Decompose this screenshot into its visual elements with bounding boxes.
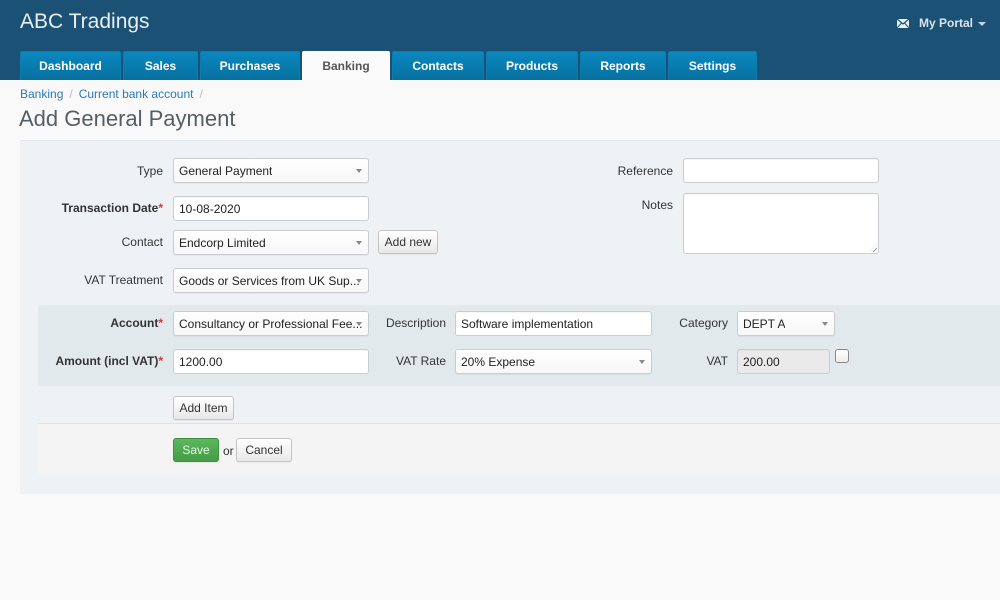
vat-treatment-value: Goods or Services from UK Sup... xyxy=(179,273,360,288)
required-marker: * xyxy=(158,201,163,215)
vat-override-checkbox[interactable] xyxy=(835,349,849,363)
chevron-down-icon xyxy=(822,322,828,326)
category-label: Category xyxy=(679,316,728,330)
vat-rate-select[interactable]: 20% Expense xyxy=(455,349,652,374)
reference-label: Reference xyxy=(617,164,673,178)
type-label: Type xyxy=(136,164,163,178)
notes-textarea[interactable] xyxy=(683,193,879,254)
breadcrumb-banking[interactable]: Banking xyxy=(20,87,63,101)
chevron-down-icon xyxy=(356,322,362,326)
vat-rate-label: VAT Rate xyxy=(395,354,446,368)
notes-wrapper xyxy=(683,193,879,254)
tab-dashboard[interactable]: Dashboard xyxy=(20,51,121,80)
tab-settings[interactable]: Settings xyxy=(668,51,757,80)
notes-label: Notes xyxy=(641,198,673,212)
chevron-down-icon xyxy=(356,279,362,283)
description-label: Description xyxy=(385,316,446,330)
vat-treatment-select[interactable]: Goods or Services from UK Sup... xyxy=(173,268,369,293)
required-marker: * xyxy=(158,316,163,330)
tab-reports[interactable]: Reports xyxy=(580,51,666,80)
main-nav-tabs: Dashboard Sales Purchases Banking Contac… xyxy=(20,51,759,80)
breadcrumb-separator: / xyxy=(69,87,73,101)
account-select[interactable]: Consultancy or Professional Fee... xyxy=(173,311,369,336)
reference-input[interactable] xyxy=(683,158,879,183)
tab-sales[interactable]: Sales xyxy=(123,51,198,80)
vat-rate-value: 20% Expense xyxy=(461,354,536,369)
cancel-button[interactable]: Cancel xyxy=(236,438,292,462)
account-label-text: Account xyxy=(110,316,159,330)
breadcrumb: Banking / Current bank account / xyxy=(20,87,209,101)
contact-select[interactable]: Endcorp Limited xyxy=(173,230,369,255)
app-header: ABC Tradings My Portal Dashboard Sales P… xyxy=(0,0,1000,80)
chevron-down-icon xyxy=(978,21,986,26)
vat-amount-input[interactable] xyxy=(737,349,830,374)
amount-label-text: Amount (incl VAT) xyxy=(55,354,159,368)
my-portal-label: My Portal xyxy=(918,16,973,30)
transaction-date-label-text: Transaction Date xyxy=(61,201,159,215)
page-title: Add General Payment xyxy=(19,106,236,131)
transaction-date-label: Transaction Date* xyxy=(20,201,163,215)
contact-value: Endcorp Limited xyxy=(179,235,266,250)
type-value: General Payment xyxy=(179,163,273,178)
chevron-down-icon xyxy=(639,360,645,364)
add-item-button[interactable]: Add Item xyxy=(173,396,234,420)
breadcrumb-separator: / xyxy=(199,87,203,101)
tab-purchases[interactable]: Purchases xyxy=(200,51,300,80)
description-input[interactable] xyxy=(455,311,652,336)
payment-form: Type General Payment Transaction Date* C… xyxy=(20,140,1000,494)
breadcrumb-current-bank-account[interactable]: Current bank account xyxy=(79,87,194,101)
chevron-down-icon xyxy=(356,169,362,173)
category-select[interactable]: DEPT A xyxy=(737,311,835,336)
type-select[interactable]: General Payment xyxy=(173,158,369,183)
amount-input[interactable] xyxy=(173,349,369,374)
my-portal-menu[interactable]: My Portal xyxy=(919,16,986,30)
app-title[interactable]: ABC Tradings xyxy=(20,10,150,34)
tab-banking[interactable]: Banking xyxy=(302,51,390,80)
tab-contacts[interactable]: Contacts xyxy=(392,51,484,80)
contact-label: Contact xyxy=(121,235,163,249)
tab-products[interactable]: Products xyxy=(486,51,578,80)
required-marker: * xyxy=(158,354,163,368)
top-right-menu: My Portal xyxy=(896,16,986,30)
vat-treatment-label: VAT Treatment xyxy=(84,273,163,287)
category-value: DEPT A xyxy=(743,316,786,331)
or-text: or xyxy=(223,444,234,458)
transaction-date-input[interactable] xyxy=(173,196,369,221)
save-button[interactable]: Save xyxy=(173,438,219,462)
envelope-icon[interactable] xyxy=(896,18,909,28)
vat-label: VAT xyxy=(706,354,728,368)
add-new-contact-button[interactable]: Add new xyxy=(378,230,438,254)
chevron-down-icon xyxy=(356,241,362,245)
account-value: Consultancy or Professional Fee... xyxy=(179,316,363,331)
account-label: Account* xyxy=(20,316,163,330)
amount-label: Amount (incl VAT)* xyxy=(20,354,163,368)
